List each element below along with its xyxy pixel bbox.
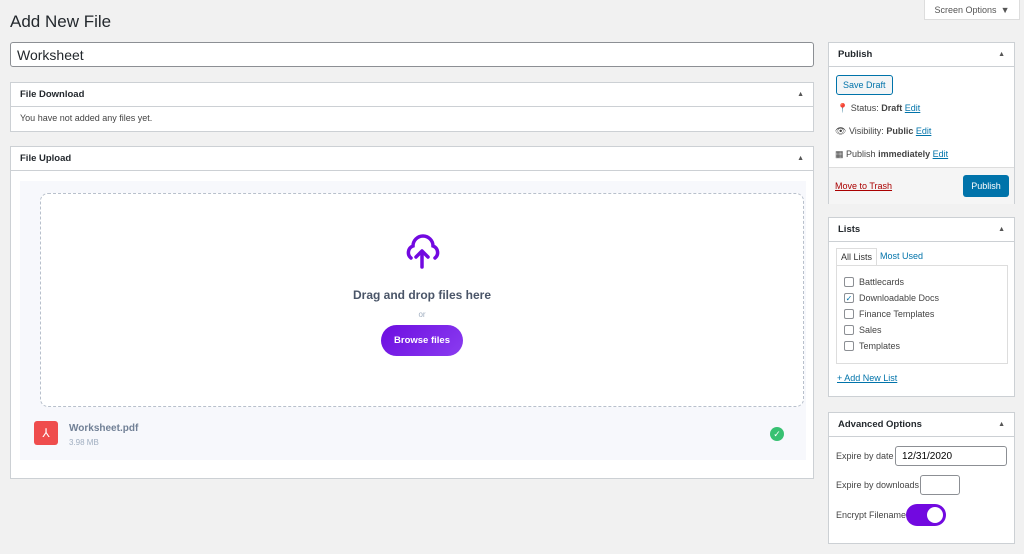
edit-status-link[interactable]: Edit xyxy=(905,103,921,113)
page-title: Add New File xyxy=(10,12,112,31)
edit-schedule-link[interactable]: Edit xyxy=(933,149,949,159)
expire-downloads-input[interactable] xyxy=(920,475,960,495)
advanced-options-box: Advanced Options▲ Expire by date Expire … xyxy=(828,412,1015,544)
status-row: 📍 Status: Draft Edit xyxy=(837,103,921,113)
list-item[interactable]: Templates xyxy=(844,341,1007,351)
collapse-icon[interactable]: ▲ xyxy=(998,51,1005,58)
screen-options-button[interactable]: Screen Options ▼ xyxy=(924,0,1020,20)
add-new-list-link[interactable]: + Add New List xyxy=(837,373,897,383)
file-upload-box: File Upload ▲ Drag and drop files here or… xyxy=(10,146,814,479)
checkbox[interactable] xyxy=(844,277,854,287)
checkbox-checked[interactable]: ✓ xyxy=(844,293,854,303)
pdf-file-icon: ⅄ xyxy=(34,421,58,445)
browse-files-button[interactable]: Browse files xyxy=(381,325,463,356)
file-download-box: File Download ▲ You have not added any fi… xyxy=(10,82,814,132)
collapse-icon[interactable]: ▲ xyxy=(998,421,1005,428)
tab-all-lists[interactable]: All Lists xyxy=(836,248,878,265)
list-item[interactable]: Finance Templates xyxy=(844,309,1007,319)
save-draft-button[interactable]: Save Draft xyxy=(836,75,893,95)
move-to-trash-link[interactable]: Move to Trash xyxy=(835,181,892,191)
visibility-row: 👁 Visibility: Public Edit xyxy=(835,126,932,136)
lists-box: Lists ▲ All Lists Most Used Battlecards ✓… xyxy=(828,217,1015,397)
collapse-icon[interactable]: ▲ xyxy=(797,155,804,162)
post-title-input[interactable] xyxy=(10,42,814,67)
lists-checklist: Battlecards ✓ Downloadable Docs Finance T… xyxy=(836,265,1008,364)
drop-text: Drag and drop files here xyxy=(352,288,492,302)
file-name: Worksheet.pdf xyxy=(69,423,139,434)
checkbox[interactable] xyxy=(844,341,854,351)
publish-box: Publish ▲ Save Draft 📍 Status: Draft Edit… xyxy=(828,42,1015,204)
checkbox[interactable] xyxy=(844,309,854,319)
empty-message: You have not added any files yet. xyxy=(20,113,153,123)
edit-visibility-link[interactable]: Edit xyxy=(916,126,932,136)
check-circle-icon: ✓ xyxy=(770,427,784,441)
caret-down-icon: ▼ xyxy=(1000,4,1010,15)
collapse-icon[interactable]: ▲ xyxy=(797,91,804,98)
publish-button[interactable]: Publish xyxy=(963,175,1009,197)
collapse-icon[interactable]: ▲ xyxy=(998,226,1005,233)
schedule-row: ▦ Publish immediately Edit xyxy=(835,149,949,159)
expire-date-input[interactable] xyxy=(895,446,1007,466)
tab-most-used[interactable]: Most Used xyxy=(880,251,923,261)
checkbox[interactable] xyxy=(844,325,854,335)
list-item[interactable]: Sales xyxy=(844,325,1007,335)
calendar-icon: ▦ xyxy=(835,149,844,159)
encrypt-filename-toggle[interactable] xyxy=(906,504,946,526)
eye-icon: 👁 xyxy=(835,126,847,136)
dropzone[interactable]: Drag and drop files here or Browse files xyxy=(40,193,804,407)
list-item[interactable]: ✓ Downloadable Docs xyxy=(844,293,1007,303)
file-size: 3.98 MB xyxy=(69,438,99,447)
pin-icon: 📍 xyxy=(837,103,849,113)
cloud-upload-icon xyxy=(406,234,440,269)
list-item[interactable]: Battlecards xyxy=(844,277,1007,287)
